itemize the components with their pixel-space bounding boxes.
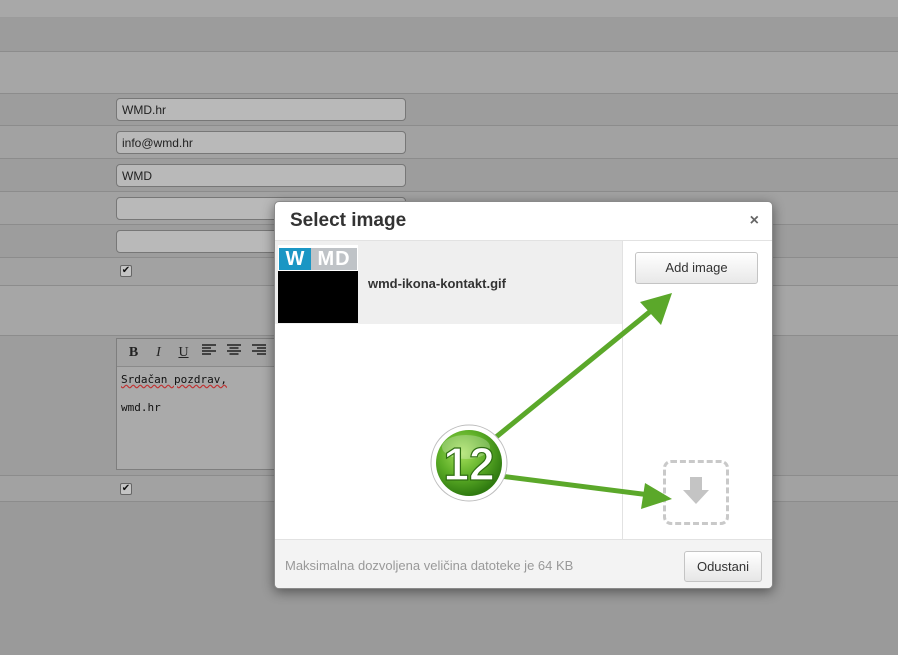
editor-line: Srdačan pozdrav, — [121, 373, 227, 386]
align-right-icon[interactable] — [246, 344, 271, 361]
checkbox[interactable]: ✔ — [120, 265, 132, 277]
rich-text-editor[interactable]: B I U Srdačan pozdrav, wmd.hr — [116, 338, 286, 470]
select-image-dialog: Select image × W MD wmd-ikona-kontakt.gi… — [274, 201, 773, 589]
logo-letters: MD — [311, 248, 357, 270]
underline-button[interactable]: U — [171, 345, 196, 361]
cancel-button[interactable]: Odustani — [684, 551, 762, 582]
max-file-size-note: Maksimalna dozvoljena veličina datoteke … — [285, 558, 574, 573]
add-image-button[interactable]: Add image — [635, 252, 758, 284]
header-band — [0, 18, 898, 52]
dialog-footer: Maksimalna dozvoljena veličina datoteke … — [275, 539, 772, 588]
image-thumbnail: W MD — [278, 245, 358, 323]
image-list: W MD wmd-ikona-kontakt.gif — [275, 241, 622, 539]
upload-drop-zone[interactable] — [663, 460, 729, 525]
short-name-input[interactable] — [116, 164, 406, 187]
bold-button[interactable]: B — [121, 345, 146, 361]
company-name-input[interactable] — [116, 98, 406, 121]
download-arrow-icon — [683, 477, 709, 504]
dialog-title: Select image — [290, 210, 407, 231]
logo-letter: W — [279, 248, 311, 270]
editor-content[interactable]: Srdačan pozdrav, wmd.hr — [117, 367, 285, 421]
image-file-name: wmd-ikona-kontakt.gif — [368, 276, 506, 291]
italic-button[interactable]: I — [146, 345, 171, 361]
section-band — [0, 52, 898, 94]
close-icon[interactable]: × — [750, 212, 759, 230]
top-bar — [0, 0, 898, 18]
editor-toolbar: B I U — [117, 339, 285, 367]
image-list-item[interactable]: W MD wmd-ikona-kontakt.gif — [275, 241, 622, 324]
checkbox[interactable]: ✔ — [120, 483, 132, 495]
dialog-header: Select image × — [275, 202, 772, 241]
editor-line: wmd.hr — [121, 401, 161, 414]
align-center-icon[interactable] — [221, 344, 246, 361]
email-input[interactable] — [116, 131, 406, 154]
align-left-icon[interactable] — [196, 344, 221, 361]
divider — [622, 241, 623, 539]
